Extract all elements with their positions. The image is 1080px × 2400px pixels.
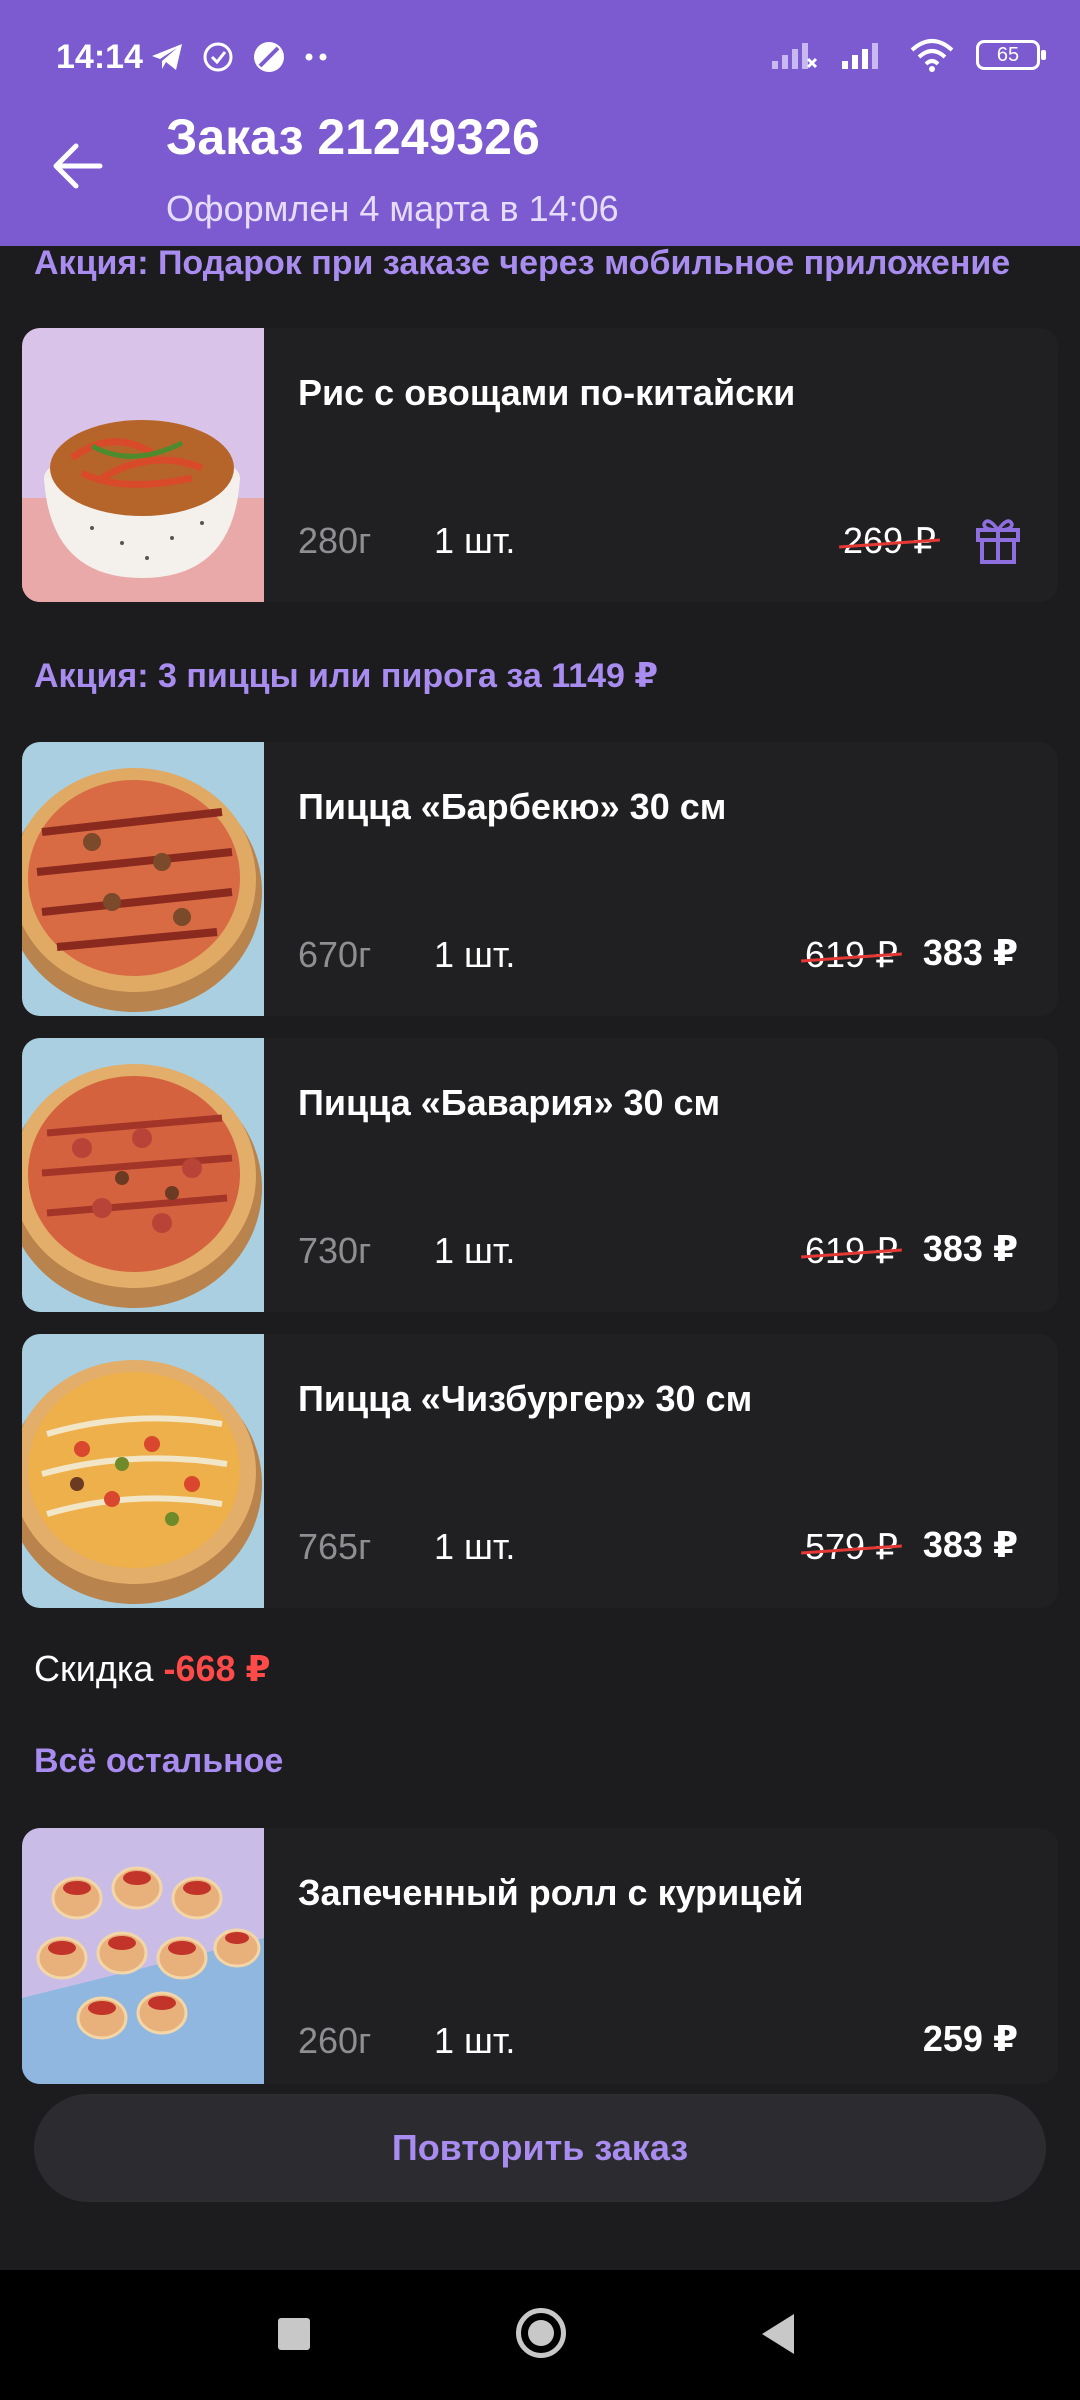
item-weight: 670г xyxy=(298,934,372,975)
item-weight: 280г xyxy=(298,520,372,561)
item-old-price: 579 ₽ xyxy=(801,1526,902,1568)
section-title-pizza-promo: Акция: 3 пиццы или пирога за 1149 ₽ xyxy=(34,657,659,695)
wifi-icon xyxy=(910,39,954,72)
home-icon[interactable] xyxy=(516,2308,566,2358)
signal-off-icon xyxy=(772,43,818,69)
item-quantity: 1 шт. xyxy=(434,934,516,975)
signal-icon xyxy=(842,43,878,69)
item-image-pizza-bbq xyxy=(22,742,264,1016)
discount-row: Скидка -668 ₽ xyxy=(34,1648,271,1690)
item-weight: 730г xyxy=(298,1230,372,1271)
item-price: 259 ₽ xyxy=(922,2018,1018,2059)
item-quantity: 1 шт. xyxy=(434,1526,516,1567)
item-name: Пицца «Бавария» 30 см xyxy=(298,1082,721,1123)
order-item-card[interactable]: Рис с овощами по-китайски 280г 1 шт. 269… xyxy=(22,328,1058,602)
item-old-price: 619 ₽ xyxy=(801,934,902,976)
page-title: Заказ 21249326 xyxy=(166,109,540,165)
section-title-other: Всё остальное xyxy=(34,1742,284,1780)
item-new-price: 383 ₽ xyxy=(922,932,1018,973)
order-item-card[interactable]: Запеченный ролл с курицей 260г 1 шт. 259… xyxy=(22,1828,1058,2084)
item-weight: 260г xyxy=(298,2020,372,2061)
status-icons-right: 65 xyxy=(770,38,1046,72)
status-bar: 14:14 65 xyxy=(0,0,1080,120)
item-image-pizza-cheeseburger xyxy=(22,1334,264,1608)
order-date: Оформлен 4 марта в 14:06 xyxy=(166,188,619,229)
item-name: Запеченный ролл с курицей xyxy=(298,1872,804,1913)
item-new-price: 383 ₽ xyxy=(922,1524,1018,1565)
system-back-icon[interactable] xyxy=(762,2314,794,2354)
status-icons-left xyxy=(150,40,328,74)
check-circle-icon xyxy=(203,42,233,72)
section-title-gift-promo: Акция: Подарок при заказе через мобильно… xyxy=(34,244,1011,282)
item-name: Пицца «Барбекю» 30 см xyxy=(298,786,727,827)
order-item-card[interactable]: Пицца «Барбекю» 30 см 670г 1 шт. 619 ₽ 3… xyxy=(22,742,1058,1016)
item-old-price: 269 ₽ xyxy=(839,520,940,562)
item-image-roll xyxy=(22,1828,264,2084)
item-image-rice xyxy=(22,328,264,602)
recents-icon[interactable] xyxy=(278,2318,310,2350)
order-item-card[interactable]: Пицца «Бавария» 30 см 730г 1 шт. 619 ₽ 3… xyxy=(22,1038,1058,1312)
item-name: Рис с овощами по-китайски xyxy=(298,372,796,413)
order-item-card[interactable]: Пицца «Чизбургер» 30 см 765г 1 шт. 579 ₽… xyxy=(22,1334,1058,1608)
app-header: 14:14 65 Заказ 21249326 Оформлен 4 марта… xyxy=(0,0,1080,246)
battery-icon: 65 xyxy=(976,40,1046,70)
discount-value: -668 ₽ xyxy=(163,1648,271,1689)
repeat-order-button[interactable]: Повторить заказ xyxy=(34,2094,1046,2202)
back-arrow-icon[interactable] xyxy=(50,138,106,194)
gift-icon xyxy=(976,519,1020,564)
status-time: 14:14 xyxy=(56,38,143,76)
discount-label: Скидка xyxy=(34,1648,154,1689)
item-old-price: 619 ₽ xyxy=(801,1230,902,1272)
more-dots-icon xyxy=(305,53,327,61)
item-new-price: 383 ₽ xyxy=(922,1228,1018,1269)
item-weight: 765г xyxy=(298,1526,372,1567)
item-quantity: 1 шт. xyxy=(434,1230,516,1271)
item-image-pizza-bavaria xyxy=(22,1038,264,1312)
item-quantity: 1 шт. xyxy=(434,2020,516,2061)
app-icon xyxy=(254,42,284,72)
system-nav-bar xyxy=(0,2270,1080,2400)
telegram-icon xyxy=(152,44,182,70)
item-name: Пицца «Чизбургер» 30 см xyxy=(298,1378,753,1419)
item-quantity: 1 шт. xyxy=(434,520,516,561)
